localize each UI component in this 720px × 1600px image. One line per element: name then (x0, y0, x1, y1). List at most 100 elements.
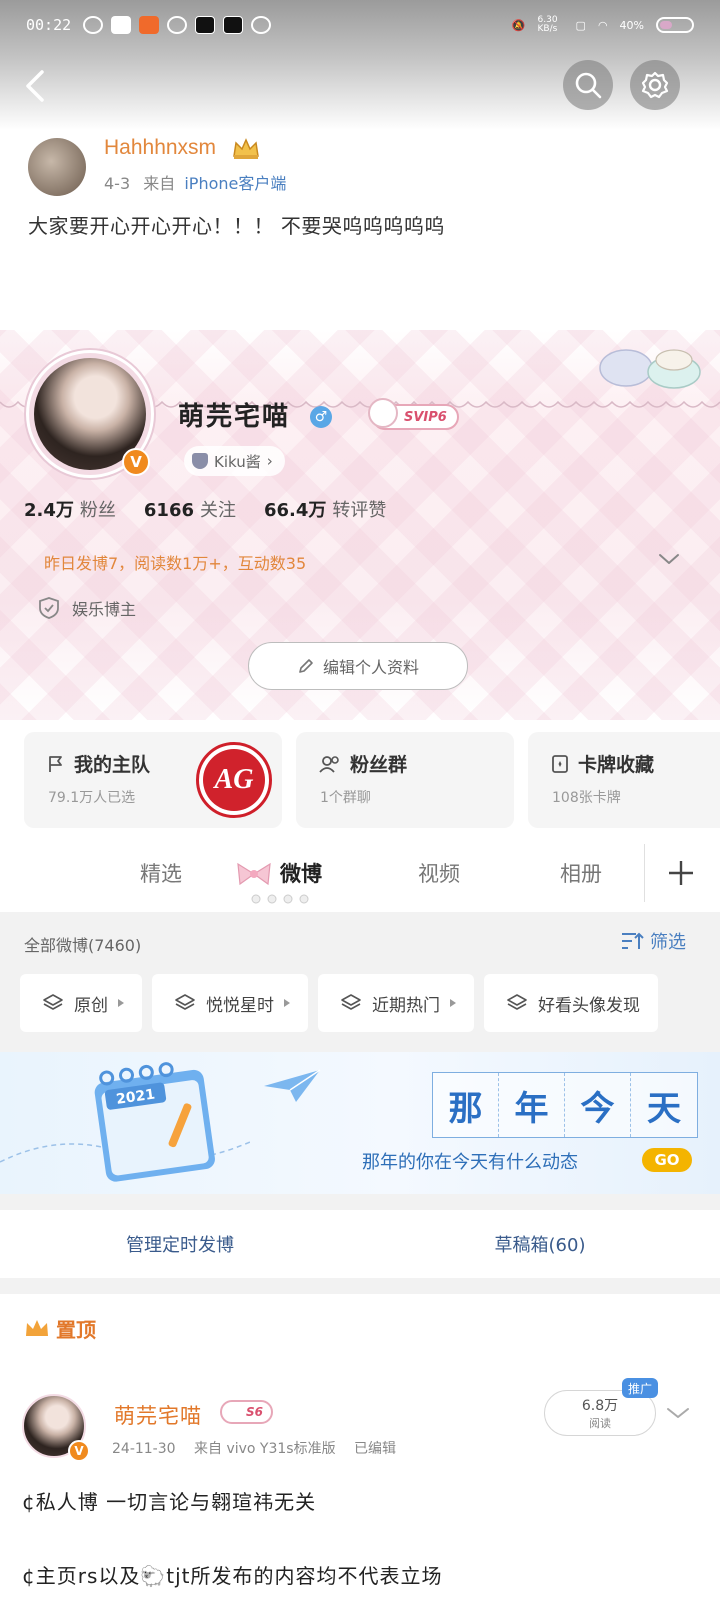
chip-recent-hot[interactable]: 近期热门 (318, 974, 474, 1032)
snippet-avatar[interactable] (28, 138, 86, 196)
layers-icon (507, 994, 527, 1010)
app-square-icon (111, 16, 132, 34)
chip-label: 好看头像发现 (538, 995, 640, 1016)
chip-yueyue[interactable]: 悦悦星时 (152, 974, 308, 1032)
promote-badge[interactable]: 推广 (622, 1378, 659, 1398)
tab-video[interactable]: 视频 (418, 858, 460, 888)
stat-fans[interactable]: 2.4万 粉丝 (24, 496, 116, 522)
gear-icon (641, 71, 669, 99)
banner-title-char: 天 (631, 1073, 697, 1137)
sim-icon: ▢ (575, 18, 586, 32)
snippet-text: 大家要开心开心开心！！！ 不要哭呜呜呜呜呜 (28, 214, 445, 238)
pinned-post[interactable]: 置顶 V 萌芫宅喵 S6 24-11-30 来自 vivo Y31s标准版 已编… (0, 1294, 720, 1600)
banner-caption: 那年的你在今天有什么动态 (362, 1152, 578, 1173)
drafts-button[interactable]: 草稿箱(60) (360, 1210, 720, 1278)
feature-cards: 我的主队 79.1万人已选 AG 粉丝群 1个群聊 卡牌收藏 108张卡牌 (24, 732, 720, 828)
card-title: 我的主队 (74, 754, 151, 776)
chevron-right-icon: › (266, 452, 273, 470)
filter-icon (622, 932, 644, 949)
post-text-line: ¢私人博 一切言论与翱瑄祎无关 (22, 1490, 317, 1514)
verified-badge: V (68, 1440, 90, 1462)
status-bar: 00:22 🔕 6.30 KB/s ▢ ◠ 40% (0, 0, 720, 50)
shield-icon (39, 597, 59, 619)
repost-snippet[interactable]: Hahhhnxsm 4-3 来自 iPhone客户端 大家要开心开心开心！！！ … (0, 130, 720, 280)
post-edited: 已编辑 (354, 1441, 397, 1457)
back-button[interactable] (16, 66, 56, 106)
on-this-day-banner[interactable]: 2021 那 年 今 天 那年的你在今天有什么动态 GO (0, 1052, 720, 1194)
layers-icon (175, 994, 195, 1010)
snippet-username[interactable]: Hahhhnxsm (104, 136, 216, 160)
read-count-label: 阅读 (589, 1417, 611, 1430)
sheep-row-decoration (251, 894, 309, 904)
snippet-date: 4-3 (104, 174, 131, 193)
cat-icon (192, 453, 208, 469)
tab-album[interactable]: 相册 (560, 858, 602, 888)
status-notification-icons (83, 16, 272, 34)
profile-tag-label: 娱乐博主 (72, 600, 137, 619)
post-meta: 24-11-30 来自 vivo Y31s标准版 已编辑 (112, 1438, 396, 1458)
card-fan-group[interactable]: 粉丝群 1个群聊 (296, 732, 514, 828)
card-card-collection[interactable]: 卡牌收藏 108张卡牌 (528, 732, 720, 828)
feed-section: 全部微博(7460) 筛选 原创 悦悦星时 近期热门 好看头像发现 2021 那… (0, 912, 720, 1600)
gender-icon: ♂ (310, 406, 332, 428)
card-icon (552, 754, 568, 773)
paper-plane-icon (264, 1069, 321, 1102)
net-speed: 6.30 KB/s (537, 15, 558, 34)
banner-title-char: 今 (565, 1073, 631, 1137)
triangle-right-icon (450, 999, 456, 1007)
filter-button[interactable]: 筛选 (620, 928, 686, 954)
flag-icon (49, 755, 62, 772)
edit-profile-label: 编辑个人资料 (322, 658, 419, 677)
edit-profile-button[interactable]: 编辑个人资料 (248, 642, 468, 690)
profile-card: V 萌芫宅喵 ♂ SVIP6 Kiku酱 › 2.4万 粉丝 6166 关注 66.… (0, 330, 720, 720)
filter-label: 筛选 (650, 932, 686, 953)
post-username[interactable]: 萌芫宅喵 (114, 1400, 202, 1430)
macaron-decoration (599, 349, 701, 389)
chevron-down-icon[interactable] (666, 1406, 690, 1420)
chip-original[interactable]: 原创 (20, 974, 142, 1032)
chip-avatars[interactable]: 好看头像发现 (484, 974, 658, 1032)
post-text-line: ¢主页rs以及🐑tjt所发布的内容均不代表立场 (22, 1564, 443, 1588)
tab-featured[interactable]: 精选 (140, 858, 182, 888)
crown-icon (233, 138, 259, 159)
chevron-down-icon[interactable] (658, 552, 680, 566)
manage-bar: 管理定时发博 草稿箱(60) (0, 1210, 720, 1278)
profile-tabs: 精选 微博 视频 相册 (0, 838, 720, 912)
search-button[interactable] (563, 60, 613, 110)
wifi-icon: ◠ (597, 18, 608, 32)
banner-go-button[interactable]: GO (642, 1148, 692, 1172)
scheduled-posts-button[interactable]: 管理定时发博 (0, 1210, 360, 1278)
level-badge: S6 (220, 1400, 273, 1424)
group-tag-label: Kiku酱 (214, 452, 261, 471)
feed-count-label: 全部微博(7460) (24, 936, 142, 955)
settings-button[interactable] (630, 60, 680, 110)
card-subtitle: 108张卡牌 (552, 790, 621, 806)
triangle-right-icon (284, 999, 290, 1007)
read-count-value: 6.8万 (581, 1398, 619, 1414)
card-my-team[interactable]: 我的主队 79.1万人已选 AG (24, 732, 282, 828)
card-subtitle: 1个群聊 (320, 790, 371, 806)
battery-text: 40% (619, 18, 644, 32)
group-tag[interactable]: Kiku酱 › (184, 446, 285, 476)
pencil-icon (299, 659, 313, 673)
weibo-icon (83, 16, 104, 34)
battery-icon (656, 17, 694, 33)
stat-engagement[interactable]: 66.4万 转评赞 (264, 496, 386, 522)
tab-weibo[interactable]: 微博 (280, 858, 322, 888)
card-title: 卡牌收藏 (578, 754, 655, 776)
app-orange-icon (139, 16, 160, 34)
post-date: 24-11-30 (112, 1441, 176, 1457)
snippet-source-prefix: 来自 (143, 174, 176, 193)
svip-badge[interactable]: SVIP6 (368, 398, 459, 430)
snippet-source[interactable]: iPhone客户端 (184, 174, 286, 193)
pin-header: 置顶 (24, 1314, 96, 1343)
category-chips: 原创 悦悦星时 近期热门 好看头像发现 (20, 974, 720, 1032)
mute-icon: 🔕 (511, 18, 526, 32)
profile-tag[interactable]: 娱乐博主 (38, 596, 136, 620)
stat-following[interactable]: 6166 关注 (144, 496, 236, 522)
plus-icon[interactable] (666, 858, 696, 888)
capcut-icon (223, 16, 244, 34)
layers-icon (43, 994, 63, 1010)
profile-stats: 2.4万 粉丝 6166 关注 66.4万 转评赞 (24, 496, 386, 522)
sheep-icon (368, 398, 398, 428)
